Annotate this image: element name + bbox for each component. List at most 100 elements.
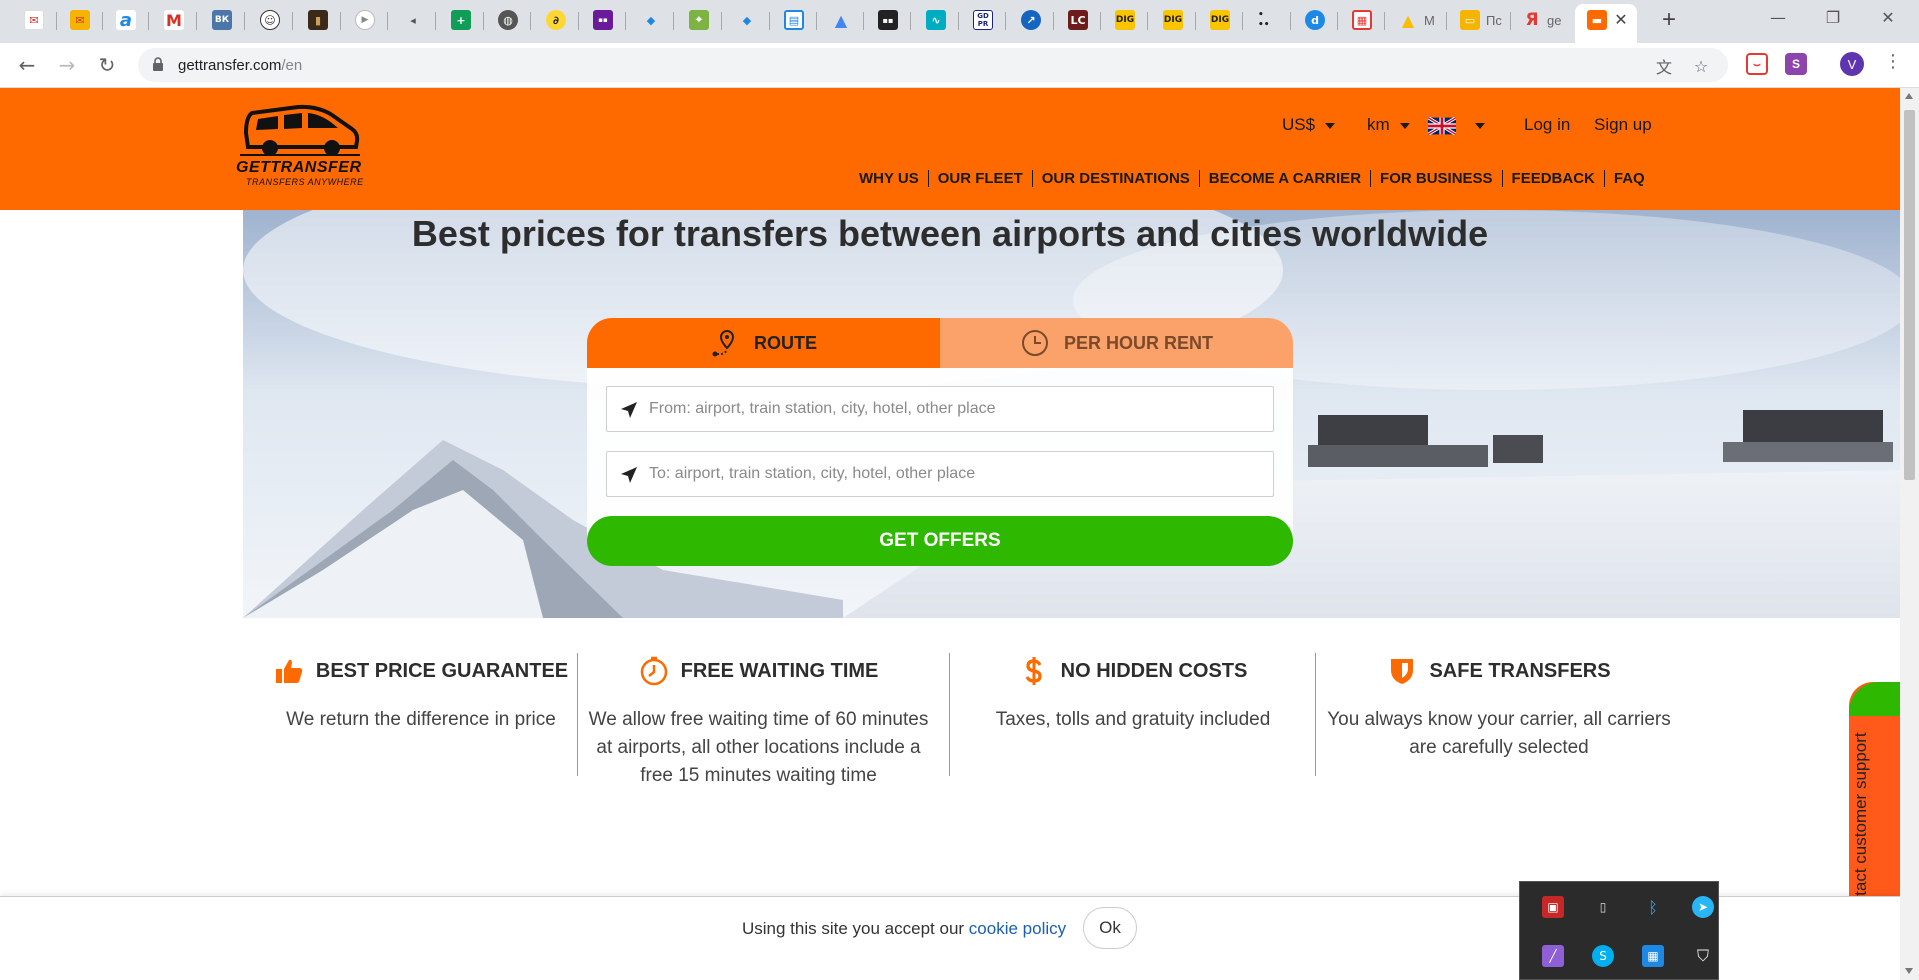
forms-tab-icon[interactable]: ▤: [784, 10, 804, 30]
close-window-icon[interactable]: ✕: [1870, 8, 1906, 27]
d-tab-icon[interactable]: d: [1305, 10, 1325, 30]
currency-selector[interactable]: US$: [1282, 115, 1336, 135]
scrollbar-thumb[interactable]: [1904, 110, 1915, 480]
tab-route-label: ROUTE: [754, 332, 817, 353]
yandex-tab-icon[interactable]: Я: [1522, 10, 1542, 30]
pulse-tab-icon[interactable]: ∿: [926, 10, 946, 30]
scroll-up-icon[interactable]: [1905, 93, 1913, 99]
back-icon[interactable]: ←: [13, 51, 41, 79]
tab-separator: [1005, 12, 1006, 30]
gmail-m-tab-icon[interactable]: M: [164, 10, 184, 30]
chat-tab-icon[interactable]: ▪▪: [878, 10, 898, 30]
tab-separator: [1100, 12, 1101, 30]
currency-label: US$: [1282, 115, 1316, 134]
browser-toolbar: ← → ↻ gettransfer.com/en 文 ☆: [0, 43, 1919, 88]
gettransfer-tab-icon[interactable]: ▬: [1587, 10, 1607, 30]
pocket-extension-icon[interactable]: ⌣: [1746, 53, 1768, 75]
calendar-tab-icon[interactable]: ▦: [1352, 10, 1372, 30]
tab-per-hour-rent[interactable]: PER HOUR RENT: [940, 318, 1293, 368]
nav-our-fleet[interactable]: OUR FLEET: [927, 170, 1032, 187]
signup-link[interactable]: Sign up: [1594, 115, 1652, 135]
profile-avatar[interactable]: V: [1840, 52, 1864, 76]
nav-why-us[interactable]: WHY US: [850, 170, 928, 187]
uk-flag-icon[interactable]: [1428, 117, 1456, 135]
s-extension-icon[interactable]: S: [1785, 53, 1807, 75]
display-app-icon[interactable]: ▦: [1642, 945, 1664, 967]
site-logo[interactable]: GETTRANSFER TRANSFERS ANYWHERE: [236, 103, 386, 193]
dig-tab-icon[interactable]: DIG: [1210, 10, 1230, 30]
book-tab-icon[interactable]: ▮: [308, 10, 328, 30]
route-pin-icon: [712, 329, 735, 357]
cookie-policy-link[interactable]: cookie policy: [969, 919, 1066, 938]
units-label: km: [1367, 115, 1390, 134]
smile-tab-icon[interactable]: ☺: [260, 10, 280, 30]
address-bar[interactable]: gettransfer.com/en 文 ☆: [138, 48, 1728, 82]
tab-separator: [1337, 12, 1338, 30]
reload-icon[interactable]: ↻: [93, 51, 121, 79]
dots-tab-icon[interactable]: • ••: [1258, 10, 1278, 30]
url-text[interactable]: gettransfer.com/en: [178, 57, 302, 74]
tab-separator: [435, 12, 436, 30]
from-input[interactable]: [649, 387, 1259, 431]
dig-tab-icon[interactable]: DIG: [1163, 10, 1183, 30]
scroll-down-icon[interactable]: [1905, 968, 1913, 974]
get-offers-button[interactable]: GET OFFERS: [587, 516, 1293, 566]
nav-faq[interactable]: FAQ: [1603, 170, 1654, 187]
purple-tab-icon[interactable]: ▪▪: [593, 10, 613, 30]
cookie-ok-button[interactable]: Ok: [1083, 907, 1137, 949]
nav-for-business[interactable]: FOR BUSINESS: [1370, 170, 1502, 187]
alpha-tab-icon[interactable]: a: [116, 10, 136, 31]
lc-tab-icon[interactable]: LC: [1068, 10, 1088, 30]
gdpr-tab-icon[interactable]: GD PR: [973, 10, 993, 30]
vk-tab-icon[interactable]: ВК: [212, 10, 232, 30]
speaker-tab-icon[interactable]: ◂: [403, 10, 423, 30]
nav-become-a-carrier[interactable]: BECOME A CARRIER: [1198, 170, 1370, 187]
blue-lens-tab-icon[interactable]: ◆: [641, 10, 661, 30]
translate-icon[interactable]: 文: [1653, 55, 1675, 77]
gmail-tab-icon[interactable]: ✉: [24, 10, 44, 30]
yellow-circle-tab-icon[interactable]: ∂: [546, 10, 566, 30]
play-tab-icon[interactable]: ▶: [355, 10, 375, 30]
sheets-plus-tab-icon[interactable]: +: [451, 10, 471, 30]
drive-tab-icon[interactable]: ▲: [1398, 10, 1418, 30]
security-shield-icon[interactable]: ⛉: [1692, 945, 1714, 967]
slides-tab-icon[interactable]: ▭: [1460, 10, 1480, 30]
to-input[interactable]: [649, 452, 1259, 496]
minimize-icon[interactable]: —: [1760, 8, 1796, 27]
compass-tab-icon[interactable]: ↗: [1021, 10, 1041, 30]
tab-title[interactable]: Пс: [1486, 13, 1502, 28]
tab-separator: [340, 12, 341, 30]
tab-separator: [1147, 12, 1148, 30]
nav-feedback[interactable]: FEEDBACK: [1501, 170, 1604, 187]
new-tab-button[interactable]: +: [1655, 6, 1683, 34]
units-selector[interactable]: km: [1367, 115, 1410, 135]
browser-menu-icon[interactable]: ⋮: [1884, 51, 1902, 72]
dig-tab-icon[interactable]: DIG: [1115, 10, 1135, 30]
bluetooth-icon[interactable]: ᛒ: [1642, 896, 1664, 918]
tab-separator: [1446, 12, 1447, 30]
lock-icon: [153, 57, 163, 71]
tab-title[interactable]: ge: [1547, 13, 1561, 28]
blue-lens-tab-icon[interactable]: ◆: [737, 10, 757, 30]
monitor-app-icon[interactable]: ▣: [1542, 896, 1564, 918]
page-scrollbar[interactable]: [1900, 88, 1919, 980]
tab-separator: [1195, 12, 1196, 30]
telegram-icon[interactable]: ➤: [1692, 896, 1714, 918]
usb-drive-icon[interactable]: ▯: [1592, 896, 1614, 918]
restore-icon[interactable]: ❐: [1815, 8, 1851, 27]
nav-our-destinations[interactable]: OUR DESTINATIONS: [1031, 170, 1199, 187]
tab-route[interactable]: ROUTE: [587, 318, 940, 368]
tab-title[interactable]: М: [1424, 13, 1435, 28]
feather-app-icon[interactable]: ╱: [1542, 945, 1564, 967]
login-link[interactable]: Log in: [1524, 115, 1570, 135]
language-chevron-icon[interactable]: [1475, 123, 1485, 129]
close-tab-icon[interactable]: ✕: [1612, 10, 1630, 30]
tab-separator: [530, 12, 531, 30]
ads-tab-icon[interactable]: ▲: [831, 10, 851, 30]
maps-tab-icon[interactable]: ⌖: [689, 10, 709, 30]
globe-tab-icon[interactable]: ◍: [498, 10, 518, 30]
forward-icon[interactable]: →: [53, 51, 81, 79]
skype-icon[interactable]: S: [1592, 945, 1614, 967]
mail-tab-icon[interactable]: ✉: [70, 10, 90, 30]
bookmark-star-icon[interactable]: ☆: [1690, 55, 1712, 77]
